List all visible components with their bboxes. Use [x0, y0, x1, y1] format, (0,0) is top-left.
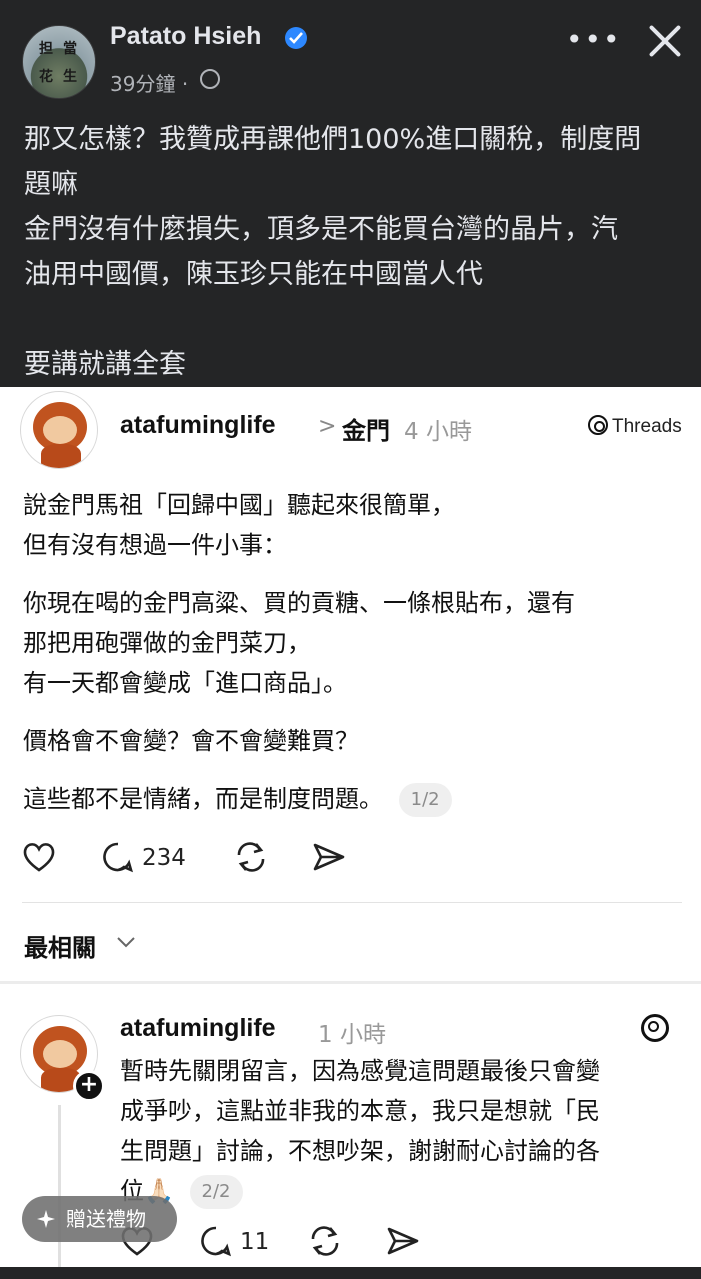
follow-plus-icon: + — [73, 1070, 105, 1102]
reply-pager: 2/2 — [189, 1175, 243, 1209]
post-line — [24, 297, 684, 342]
paragraph: 這些都不是情緒，而是制度問題。 1/2 — [23, 779, 683, 819]
threads-screenshot-image[interactable]: atafuminglife > 金門 4 小時 Threads 說金門馬祖「回歸… — [0, 387, 701, 1267]
threads-brand-label: Threads — [612, 416, 682, 437]
post-time-value: 39分鐘 — [110, 72, 176, 96]
monkey-avatar-body — [41, 444, 81, 468]
threads-post-body: 說金門馬祖「回歸中國」聽起來很簡單， 但有沒有想過一件小事： 你現在喝的金門高粱… — [23, 485, 683, 837]
repost-icon — [237, 842, 265, 872]
text-line: 價格會不會變？會不會變難買？ — [23, 727, 359, 755]
threads-logo-icon — [588, 415, 608, 435]
avatar-text-1: 担 — [39, 41, 53, 57]
reply-body: 暫時先關閉留言，因為感覺這問題最後只會變 成爭吵，這點並非我的本意，我只是想就「… — [120, 1051, 690, 1211]
post-line: 題嘛 — [24, 169, 78, 200]
avatar-text-4: 生 — [63, 69, 77, 85]
post-line: 油用中國價，陳玉珍只能在中國當人代 — [24, 259, 483, 290]
threads-logo-icon — [641, 1014, 673, 1043]
text-line: 這些都不是情緒，而是制度問題。 — [23, 785, 383, 813]
comment-icon — [103, 842, 134, 873]
chevron-down-icon — [117, 937, 135, 948]
text-line: 有一天都會變成「進口商品」。 — [23, 669, 347, 697]
more-options-icon[interactable]: ••• — [566, 26, 622, 54]
author-name[interactable]: Patato Hsieh — [110, 22, 261, 51]
post-line: 要講就講全套 — [24, 349, 186, 380]
gift-sparkle-icon — [37, 1210, 55, 1228]
threads-username: atafuminglife — [120, 411, 276, 439]
threads-logo-mark — [641, 1014, 669, 1042]
paragraph: 你現在喝的金門高粱、買的貢糖、一條根貼布，還有 那把用砲彈做的金門菜刀， 有一天… — [23, 583, 683, 703]
threads-topic: 金門 — [342, 417, 390, 445]
text-line: 說金門馬祖「回歸中國」聽起來很簡單， — [23, 491, 455, 519]
section-divider — [0, 981, 701, 984]
globe-icon — [200, 69, 220, 89]
text-line: 暫時先關閉留言，因為感覺這問題最後只會變 — [120, 1057, 600, 1085]
avatar-text-2: 當 — [63, 41, 77, 57]
reply-count: 11 — [240, 1229, 270, 1255]
author-avatar[interactable]: 担 當 花 生 — [22, 25, 96, 99]
text-line: 你現在喝的金門高粱、買的貢糖、一條根貼布，還有 — [23, 589, 575, 617]
repost-icon — [311, 1226, 339, 1256]
reply-count: 234 — [142, 845, 186, 871]
like-heart-icon — [23, 843, 55, 872]
facebook-post: 担 當 花 生 Patato Hsieh 39分鐘 · ••• 那又怎樣？我贊成… — [0, 0, 701, 387]
time-separator: · — [181, 72, 189, 96]
share-send-icon — [313, 843, 345, 871]
thread-pager: 1/2 — [398, 783, 452, 817]
close-icon[interactable] — [646, 22, 684, 60]
reply-time: 1 小時 — [318, 1022, 386, 1048]
avatar-text-3: 花 — [39, 69, 53, 85]
reply-username: atafuminglife — [120, 1014, 276, 1042]
sort-selector: 最相關 — [24, 934, 96, 962]
send-gift-button[interactable]: 贈送禮物 — [22, 1196, 177, 1242]
text-line: 但有沒有想過一件小事： — [23, 531, 287, 559]
bottom-bar — [0, 1267, 701, 1279]
comment-icon — [201, 1226, 232, 1257]
send-gift-label: 贈送禮物 — [66, 1207, 146, 1231]
post-line: 那又怎樣？我贊成再課他們100%進口關稅，制度問 — [24, 124, 642, 155]
text-line: 成爭吵，這點並非我的本意，我只是想就「民 — [120, 1097, 600, 1125]
text-line: 那把用砲彈做的金門菜刀， — [23, 629, 311, 657]
post-text: 那又怎樣？我贊成再課他們100%進口關稅，制度問 題嘛 金門沒有什麼損失，頂多是… — [24, 117, 684, 387]
paragraph: 說金門馬祖「回歸中國」聽起來很簡單， 但有沒有想過一件小事： — [23, 485, 683, 565]
threads-brand: Threads — [588, 415, 682, 438]
threads-avatar — [20, 391, 98, 469]
share-send-icon — [387, 1227, 419, 1255]
paragraph: 價格會不會變？會不會變難買？ — [23, 721, 683, 761]
thread-connector-line — [58, 1105, 61, 1267]
post-line: 金門沒有什麼損失，頂多是不能買台灣的晶片，汽 — [24, 214, 618, 245]
post-time[interactable]: 39分鐘 · — [110, 68, 188, 97]
topic-chevron-icon: > — [318, 414, 337, 439]
threads-post-time: 4 小時 — [404, 419, 472, 445]
text-line: 生問題」討論，不想吵架，謝謝耐心討論的各 — [120, 1137, 600, 1165]
verified-badge-icon — [285, 27, 307, 49]
divider — [22, 902, 682, 903]
post-actions: 234 — [22, 841, 362, 881]
